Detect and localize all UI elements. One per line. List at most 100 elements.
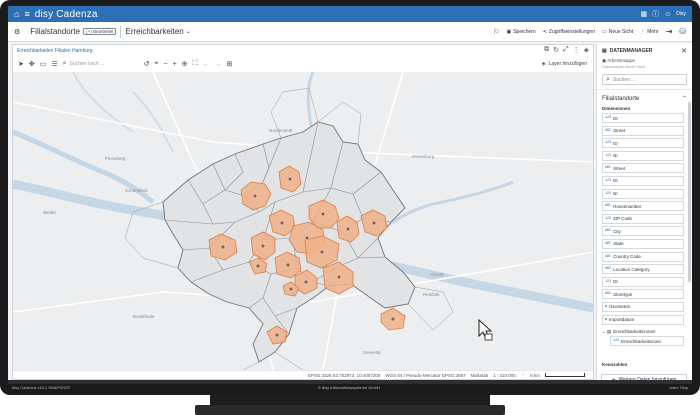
new-view-button[interactable]: ▭ Neue Sicht [602,29,633,35]
store-point[interactable] [288,286,294,292]
store-point[interactable] [320,211,326,217]
monitor-foot [195,405,505,415]
menu-icon[interactable]: ≡ [24,9,29,19]
route-icon[interactable]: ↺ [144,60,150,68]
kennzahlen-label: Kennzahlen [602,362,628,367]
dimension-item[interactable]: ABC Location Category [602,264,684,275]
place-label: Ahrensburg [411,154,435,159]
zoom-area-icon[interactable]: ⊕ [182,60,188,68]
select-pointer-icon[interactable]: ➤ [18,60,24,68]
map-canvas[interactable]: Norderstedt Ahrensburg Schenefeld Wedel … [13,72,593,370]
section-header[interactable]: Filialstandorte ⌃ [597,93,692,104]
chevron-down-icon[interactable]: ⌄ [186,28,191,35]
datatype-icon: 123 [605,116,612,120]
add-icon[interactable]: ⊞ [226,60,232,68]
dimension-item[interactable]: ABC Street [602,163,684,174]
move-icon[interactable]: ✥ [29,60,35,68]
place-label: Pinneberg [105,156,126,161]
panel-search[interactable]: ⌕ Suchen ... [602,74,687,85]
settings-icon[interactable]: ⚙ [14,28,20,36]
view-name[interactable]: Erreichbarkeiten [125,27,183,36]
store-point[interactable] [274,332,280,338]
dimension-item[interactable]: 123 ID [602,276,684,287]
store-point[interactable] [345,226,351,232]
save-button[interactable]: ▣ Speichern [506,29,535,35]
panel-search-input[interactable]: Suchen ... [613,77,636,83]
store-point[interactable] [304,235,310,241]
dimension-item[interactable]: ◉ Geometrie [602,301,684,312]
panel-scrollbar[interactable] [688,102,691,282]
dimension-label: ZIP Code [613,216,633,222]
dimension-item[interactable]: ABC City [602,226,684,237]
more-button[interactable]: ⋮ Mehr [640,29,658,35]
database-icon: ▤ [602,48,607,54]
dimension-label: Housenumber [613,203,642,209]
store-point[interactable] [220,244,226,250]
dimension-item[interactable]: ABC State [602,238,684,249]
bookmark-icon[interactable]: ⚐ [493,28,499,36]
store-point[interactable] [303,279,309,285]
dimension-item[interactable]: 123 ZIP Code [602,213,684,224]
store-point[interactable] [287,176,293,182]
dimension-item[interactable]: 123 Nr [602,150,684,161]
dimension-item[interactable]: ABC Country Code [602,251,684,262]
dimension-item[interactable]: 123 Erreichbarkeitszone [610,336,684,347]
scale-value[interactable]: 1 : 310.000 [493,373,516,378]
dimension-item[interactable]: ABC Housenumber [602,201,684,212]
store-point[interactable] [319,249,325,255]
fullextent-icon[interactable]: ⛶ [193,60,198,68]
user-name[interactable]: Disy [676,11,686,17]
chevron-up-icon[interactable]: ⌃ [682,95,687,102]
add-layer-button[interactable]: ◈ Layer hinzufügen [542,61,591,67]
list-icon[interactable]: ☰ [51,60,57,68]
zoom-in-icon[interactable]: + [173,61,177,68]
layers-icon[interactable]: ◈ [584,46,589,54]
dimension-item[interactable]: 123 ID [602,138,684,149]
database-icon[interactable]: ⛁ [679,27,686,36]
dimension-item[interactable]: 123 ID [602,175,684,186]
user-icon[interactable]: ☺ [664,11,671,18]
workspace-name[interactable]: Filialstandorte [30,27,80,36]
store-point[interactable] [285,262,291,268]
forward-arrow-icon[interactable]: → [214,61,221,68]
help-icon[interactable]: ⓘ [652,9,659,19]
footer-user: User: Disy [669,385,688,390]
back-arrow-icon[interactable]: ← [202,61,209,68]
home-icon[interactable]: ⌂ [14,9,19,19]
dimension-item[interactable]: ABC Street [602,125,684,136]
store-point[interactable] [252,193,258,199]
store-point[interactable] [336,274,342,280]
place-label: Norderstedt [269,128,293,133]
location-pin-icon[interactable]: ⌖ [155,60,159,68]
divider [597,89,692,90]
expand-icon[interactable]: ⤢ [563,46,569,54]
more-icon[interactable]: ⋮ [521,372,526,378]
close-icon[interactable]: ✕ [681,47,687,55]
place-label: Schenefeld [125,188,148,193]
store-point[interactable] [371,220,377,226]
store-point[interactable] [260,243,266,249]
grid-icon[interactable]: ▦ [640,10,647,18]
measure-icon[interactable]: ▭ [40,60,47,68]
more-icon[interactable]: ⋮ [573,46,580,54]
map-search-input[interactable]: Suchen nach ... [70,61,105,67]
access-settings-button[interactable]: ≺ Zugriffseinstellungen [543,29,595,35]
dimension-label: ID [613,115,618,121]
datatype-icon: ABC [605,229,612,234]
datatype-icon: 123 [605,153,612,158]
map-search[interactable]: ⌕ Suchen nach ... [63,59,139,69]
group-header[interactable]: ⌄ ▤ Erreichbarkeitszonen [602,327,689,336]
copy-icon[interactable]: ⧉ [544,46,549,54]
dimension-item[interactable]: 123 Nr [602,188,684,199]
store-point[interactable] [279,220,285,226]
store-point[interactable] [255,263,261,269]
dimension-item[interactable]: ABC Storetype [602,289,684,300]
dimension-item[interactable]: ◉ Importdatum [602,314,684,325]
store-point[interactable] [390,316,396,322]
refresh-icon[interactable]: ↻ [553,46,559,54]
zoom-out-icon[interactable]: − [163,61,167,68]
scale-label: Maßstab [470,372,489,378]
place-label: Seevetal [363,350,381,355]
dimension-item[interactable]: 123 ID [602,113,684,123]
export-icon[interactable]: ⇥ [666,27,673,36]
